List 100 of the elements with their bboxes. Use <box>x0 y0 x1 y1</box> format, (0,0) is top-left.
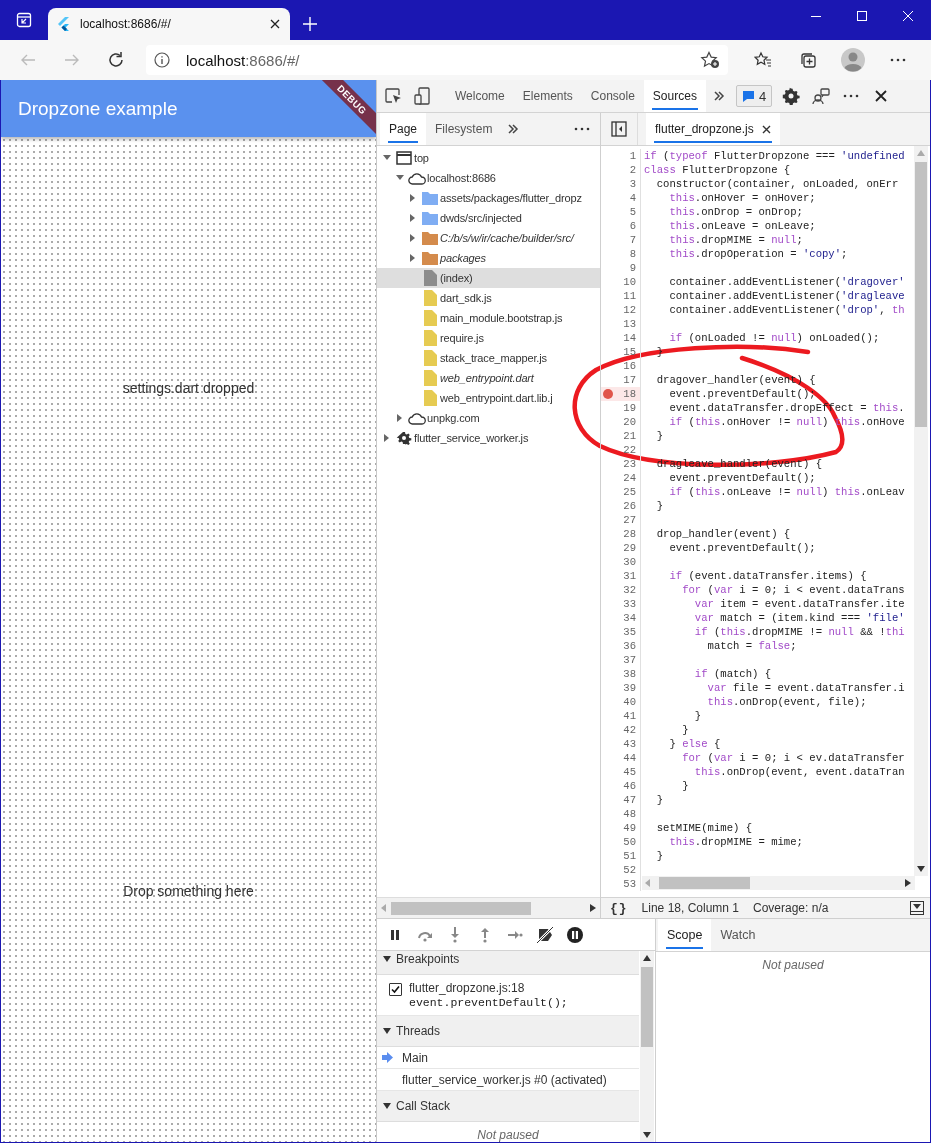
line-number: 3 <box>628 177 637 191</box>
tree-item[interactable]: require.js <box>377 328 600 348</box>
tree-item[interactable]: stack_trace_mapper.js <box>377 348 600 368</box>
panel-tab[interactable]: Welcome <box>446 80 514 112</box>
tree-item[interactable]: web_entrypoint.dart.lib.j <box>377 388 600 408</box>
code-line: match = false; <box>706 639 797 653</box>
reload-icon[interactable] <box>107 51 125 69</box>
address-bar[interactable]: localhost:8686/#/ <box>146 45 728 75</box>
tree-item[interactable]: C:/b/s/w/ir/cache/builder/src/ <box>377 228 600 248</box>
info-icon[interactable] <box>154 52 170 68</box>
breakpoint-marker-icon[interactable] <box>603 389 613 399</box>
code-line: } <box>681 779 689 793</box>
line-number: 49 <box>622 821 637 835</box>
line-number: 1 <box>628 149 637 163</box>
code-line: var match = (item.kind === 'file' <box>693 611 905 625</box>
expand-arrow-icon[interactable] <box>382 1026 392 1036</box>
line-number: 6 <box>628 219 637 233</box>
line-number: 11 <box>622 289 637 303</box>
inspect-icon[interactable] <box>384 87 402 105</box>
drawer-toggle-icon[interactable] <box>910 901 924 915</box>
tree-item[interactable]: packages <box>377 248 600 268</box>
panel-tab[interactable]: Sources <box>643 80 706 112</box>
tree-item[interactable]: top <box>377 148 600 168</box>
code-line: setMIME(mime) { <box>655 821 753 835</box>
code-line: class FlutterDropzone { <box>643 163 791 177</box>
new-tab-icon[interactable] <box>303 17 317 31</box>
deactivate-breakpoints-icon[interactable] <box>536 925 554 944</box>
line-number: 30 <box>622 555 637 569</box>
browser-tab[interactable]: localhost:8686/#/ <box>48 8 290 40</box>
cloud-icon <box>408 411 426 425</box>
file-tab[interactable]: flutter_dropzone.js <box>646 113 780 145</box>
line-number: 45 <box>622 765 637 779</box>
line-number: 41 <box>622 709 637 723</box>
scroll-arrow-icon[interactable] <box>643 955 651 961</box>
device-toolbar-icon[interactable] <box>414 87 430 105</box>
code-line: if (match) { <box>693 667 772 681</box>
line-number: 52 <box>622 863 637 877</box>
line-number: 46 <box>622 779 637 793</box>
favorites-icon[interactable] <box>753 51 772 69</box>
code-line: container.addEventListener('drop', th <box>668 303 905 317</box>
panel-tab[interactable]: Console <box>581 80 644 112</box>
maximize-icon[interactable] <box>857 11 867 21</box>
expand-arrow-icon[interactable] <box>382 1101 392 1111</box>
scroll-arrow-icon[interactable] <box>590 904 596 912</box>
tree-item[interactable]: flutter_service_worker.js <box>377 428 600 448</box>
close-tab-icon[interactable] <box>761 124 771 134</box>
close-tab-icon[interactable] <box>270 19 280 29</box>
toggle-navigator-icon[interactable] <box>611 121 627 137</box>
line-number: 16 <box>622 359 637 373</box>
line-number: 51 <box>622 849 637 863</box>
tree-item[interactable]: dart_sdk.js <box>377 288 600 308</box>
gear-icon <box>396 430 412 446</box>
profile-avatar-icon[interactable] <box>840 48 865 72</box>
navigator-tab[interactable]: Page <box>380 113 427 145</box>
tree-item[interactable]: (index) <box>377 268 600 288</box>
tab-actions-icon[interactable] <box>16 12 32 28</box>
scrollbar[interactable] <box>642 876 915 890</box>
line-number: 20 <box>622 415 637 429</box>
thread-item[interactable]: Main <box>377 1047 639 1069</box>
tree-item[interactable]: unpkg.com <box>377 408 600 428</box>
breakpoint-code: event.preventDefault(); <box>409 996 568 1009</box>
panel-tab[interactable]: Elements <box>513 80 582 112</box>
section-header[interactable]: Call Stack <box>377 1091 639 1122</box>
more-tabs-icon[interactable] <box>712 90 725 102</box>
tree-item[interactable]: dwds/src/injected <box>377 208 600 228</box>
checkbox[interactable] <box>389 983 402 996</box>
code-line: this.onHover = onHover; <box>668 191 816 205</box>
sidebar-tab[interactable]: Watch <box>711 919 765 951</box>
code-line: } <box>655 849 664 863</box>
pretty-print-button[interactable]: {} <box>610 900 628 916</box>
close-icon[interactable] <box>903 11 913 21</box>
line-number: 25 <box>622 485 637 499</box>
code-line: if (onLoaded != null) onLoaded(); <box>668 331 880 345</box>
connect-icon[interactable] <box>812 87 831 105</box>
more-tabs-icon[interactable] <box>507 123 520 135</box>
line-number: 17 <box>622 373 637 387</box>
expand-arrow-icon[interactable] <box>382 954 392 964</box>
tree-item[interactable]: web_entrypoint.dart <box>377 368 600 388</box>
pause-on-exceptions-icon[interactable] <box>566 925 584 944</box>
issues-badge[interactable]: 4 <box>735 85 773 107</box>
code-line: this.onDrop(event, event.dataTran <box>693 765 905 779</box>
tree-item[interactable]: assets/packages/flutter_dropz <box>377 188 600 208</box>
settings-icon[interactable] <box>782 87 801 105</box>
sidebar-tab[interactable]: Scope <box>658 919 712 951</box>
collections-icon[interactable] <box>798 51 817 69</box>
scrollbar[interactable] <box>377 897 600 918</box>
tree-item[interactable]: localhost:8686 <box>377 168 600 188</box>
line-number: 27 <box>622 513 637 527</box>
section-header[interactable]: Breakpoints <box>377 951 639 975</box>
code-line: event.preventDefault(); <box>668 541 816 555</box>
section-header[interactable]: Threads <box>377 1016 639 1047</box>
line-number: 39 <box>622 681 637 695</box>
tree-item[interactable]: main_module.bootstrap.js <box>377 308 600 328</box>
status-text: settings.dart dropped <box>122 380 255 397</box>
scroll-arrow-icon[interactable] <box>643 1132 651 1138</box>
add-favorite-icon[interactable] <box>700 51 720 69</box>
scrollbar[interactable] <box>640 951 654 1142</box>
navigator-tab[interactable]: Filesystem <box>426 113 502 145</box>
line-number: 53 <box>622 877 637 891</box>
scrollbar[interactable] <box>914 146 928 876</box>
